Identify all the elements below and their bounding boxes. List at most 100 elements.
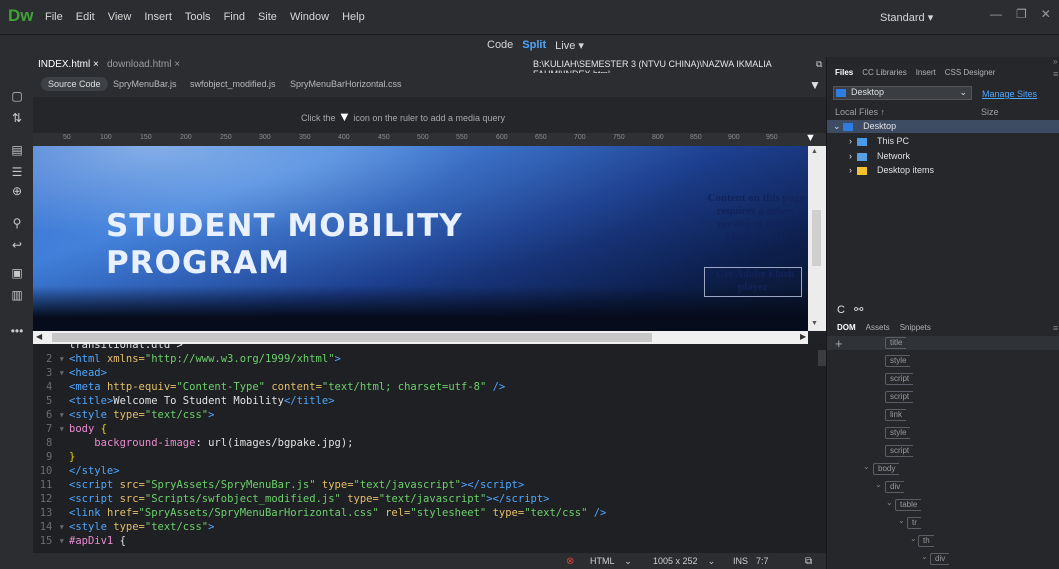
menu-help[interactable]: Help	[342, 11, 365, 23]
code-line[interactable]: 8 background-image: url(images/bgpake.jp…	[33, 436, 353, 450]
menu-tools[interactable]: Tools	[185, 11, 211, 23]
dom-node[interactable]: body	[873, 463, 900, 475]
chevron-down-icon[interactable]: ⌄	[863, 462, 870, 471]
wrap-icon[interactable]: ↩	[9, 237, 25, 253]
sort-icon[interactable]: ⇅	[9, 110, 25, 126]
minimize-icon[interactable]: —	[990, 7, 1002, 21]
code-line[interactable]: 3 ▾ <head>	[33, 366, 107, 380]
target-icon[interactable]: ⊕	[9, 183, 25, 199]
dom-node[interactable]: div	[885, 481, 905, 493]
site-selector[interactable]: Desktop ⌄	[833, 86, 972, 100]
code-line[interactable]: 4 <meta http-equiv="Content-Type" conten…	[33, 380, 505, 394]
chevron-down-icon[interactable]: ⌄	[910, 534, 917, 543]
code-line[interactable]: 10 </style>	[33, 464, 120, 478]
code-line[interactable]: 13 <link href="SpryAssets/SpryMenuBarHor…	[33, 506, 607, 520]
get-flash-player-link[interactable]: ▫Get Adobe Flash player	[704, 267, 802, 297]
more-icon[interactable]: •••	[9, 323, 25, 339]
split-view-button[interactable]: Split	[522, 39, 546, 52]
tree-item-desktop-items[interactable]: › Desktop items	[849, 165, 934, 175]
menu-window[interactable]: Window	[290, 11, 329, 23]
dom-node[interactable]: script	[885, 373, 914, 385]
scroll-up-icon[interactable]: ▲	[811, 148, 818, 155]
menu-find[interactable]: Find	[224, 11, 245, 23]
close-icon[interactable]: ×	[174, 59, 180, 70]
chevron-right-icon[interactable]: ›	[849, 136, 852, 146]
tab-assets[interactable]: Assets	[866, 323, 890, 332]
tab-download-html[interactable]: download.html ×	[107, 59, 180, 70]
tree-item-network[interactable]: › Network	[849, 151, 910, 161]
code-line[interactable]: transitional.dtd">	[33, 344, 183, 352]
code-line[interactable]: 7 ▾ body {	[33, 422, 107, 436]
filter-icon[interactable]: ⚲	[9, 215, 25, 231]
tab-snippets[interactable]: Snippets	[900, 323, 931, 332]
manage-sites-link[interactable]: Manage Sites	[982, 89, 1037, 99]
related-file-sprymenubar-js[interactable]: SpryMenuBar.js	[113, 79, 177, 89]
tab-dom[interactable]: DOM	[837, 323, 856, 332]
tree-item-desktop[interactable]: ⌄ Desktop	[833, 121, 896, 132]
code-line[interactable]: 6 ▾ <style type="text/css">	[33, 408, 214, 422]
related-file-source-code[interactable]: Source Code	[41, 77, 108, 91]
code-editor[interactable]: transitional.dtd"> 2 ▾ <html xmlns="http:/…	[33, 344, 826, 553]
scroll-left-icon[interactable]: ◀	[36, 332, 42, 341]
code-line[interactable]: 9 }	[33, 450, 75, 464]
refresh-icon[interactable]: C	[837, 304, 845, 316]
live-view-button[interactable]: Live ▾	[555, 39, 584, 52]
chevron-down-icon[interactable]: ⌄	[898, 516, 905, 525]
code-scroll-thumb[interactable]	[818, 350, 826, 366]
tree-item-this-pc[interactable]: › This PC	[849, 136, 909, 146]
code-line[interactable]: 11 <script src="SpryAssets/SpryMenuBar.j…	[33, 478, 525, 492]
scroll-down-icon[interactable]: ▼	[811, 320, 818, 327]
workspace-switcher[interactable]: Standard ▾	[880, 11, 933, 24]
new-document-icon[interactable]: ▢	[9, 88, 25, 104]
code-view-button[interactable]: Code	[487, 39, 513, 52]
add-element-icon[interactable]: +	[835, 336, 843, 351]
code-line[interactable]: 15 ▾ #apDiv1 {	[33, 534, 126, 548]
menu-file[interactable]: File	[45, 11, 63, 23]
preview-icon[interactable]: ⧉	[805, 556, 812, 567]
size-column-header[interactable]: Size	[981, 107, 999, 117]
panel-collapse-icon[interactable]: »	[1053, 57, 1057, 66]
tab-files[interactable]: Files	[835, 68, 853, 77]
snippet-icon[interactable]: ▥	[9, 287, 25, 303]
document-type-selector[interactable]: HTML ⌄	[590, 556, 632, 567]
comment-icon[interactable]: ▣	[9, 265, 25, 281]
code-line[interactable]: 5 <title>Welcome To Student Mobility</ti…	[33, 394, 335, 408]
panel-menu-icon[interactable]: ≡	[1053, 69, 1058, 79]
window-size-selector[interactable]: 1005 x 252 ⌄	[653, 556, 715, 567]
code-line[interactable]: 2 ▾ <html xmlns="http://www.w3.org/1999/x…	[33, 352, 341, 366]
scroll-right-icon[interactable]: ▶	[800, 332, 806, 341]
format-source-icon[interactable]: ▤	[9, 142, 25, 158]
dom-node[interactable]: div	[930, 553, 950, 565]
connect-icon[interactable]: ⚯	[854, 304, 863, 316]
panel-menu-icon[interactable]: ≡	[1053, 323, 1058, 333]
menu-insert[interactable]: Insert	[144, 11, 172, 23]
ruler-handle-icon[interactable]: ▼	[805, 132, 816, 144]
close-icon[interactable]: ×	[93, 59, 99, 70]
dom-node[interactable]: script	[885, 445, 914, 457]
code-line[interactable]: 12 <script src="Scripts/swfobject_modifi…	[33, 492, 550, 506]
dom-node[interactable]: style	[885, 427, 911, 439]
menu-edit[interactable]: Edit	[76, 11, 95, 23]
tab-cc-libraries[interactable]: CC Libraries	[862, 68, 906, 77]
tab-index-html[interactable]: INDEX.html ×	[38, 59, 99, 70]
dom-node[interactable]: table	[895, 499, 922, 511]
dom-node[interactable]: link	[885, 409, 907, 421]
error-icon[interactable]: ⊗	[566, 556, 574, 567]
chevron-down-icon[interactable]: ⌄	[886, 498, 893, 507]
chevron-right-icon[interactable]: ›	[849, 151, 852, 161]
restore-icon[interactable]: ❐	[1016, 7, 1027, 21]
indent-icon[interactable]: ☰	[9, 164, 25, 180]
close-icon[interactable]: ✕	[1041, 7, 1051, 21]
chevron-down-icon[interactable]: ⌄	[875, 480, 882, 489]
code-line[interactable]: 14 ▾ <style type="text/css">	[33, 520, 215, 534]
chevron-down-icon[interactable]: ⌄	[921, 552, 928, 561]
dom-node[interactable]: th	[918, 535, 934, 547]
chevron-down-icon[interactable]: ⌄	[833, 121, 841, 131]
tab-insert[interactable]: Insert	[916, 68, 936, 77]
menu-site[interactable]: Site	[258, 11, 277, 23]
dom-node[interactable]: tr	[907, 517, 921, 529]
open-in-window-icon[interactable]: ⧉	[816, 59, 822, 70]
related-file-sprymenubarhorizontal-css[interactable]: SpryMenuBarHorizontal.css	[290, 79, 402, 89]
related-file-swfobject-js[interactable]: swfobject_modified.js	[190, 79, 276, 89]
dom-node[interactable]: style	[885, 355, 911, 367]
